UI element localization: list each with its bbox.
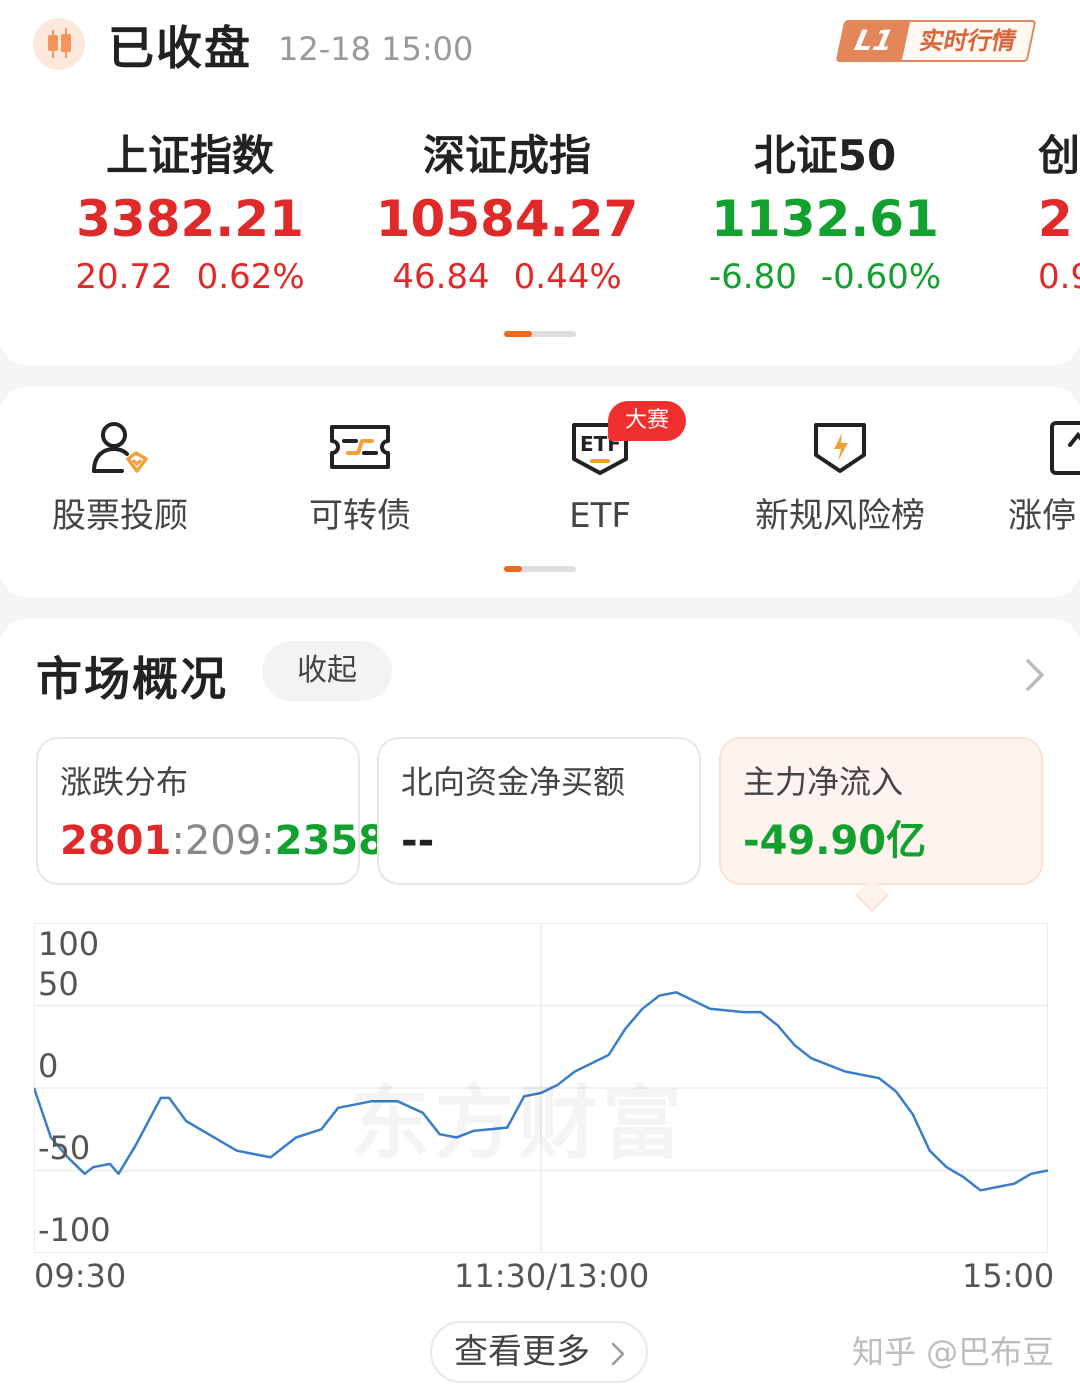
index-item-szse[interactable]: 深证成指 10584.27 46.84 0.44% <box>357 128 657 300</box>
badge-text: 实时行情 <box>899 20 1037 62</box>
index-pager <box>504 331 576 337</box>
index-item-sse[interactable]: 上证指数 3382.21 20.72 0.62% <box>40 128 340 300</box>
index-change-pct: 0.62% <box>196 257 305 297</box>
index-change-abs: 46.84 <box>392 257 490 297</box>
realtime-quote-badge[interactable]: L1 实时行情 <box>835 20 1037 62</box>
tools-carousel[interactable]: 股票投顾 可转债 ETF ETF 大赛 新规风险榜 涨停 <box>0 387 1080 597</box>
y-tick: 0 <box>38 1047 59 1085</box>
risk-shield-icon <box>814 423 866 473</box>
index-change-pct: -0.60% <box>820 257 942 297</box>
x-tick: 11:30/13:00 <box>454 1257 650 1295</box>
stat-value: -49.90亿 <box>743 818 927 864</box>
y-tick: 50 <box>38 965 79 1003</box>
stat-value: -- <box>401 818 435 864</box>
index-carousel[interactable]: 上证指数 3382.21 20.72 0.62% 深证成指 10584.27 46… <box>0 100 1080 365</box>
stat-value: 2801:209:2358 <box>60 818 386 864</box>
tool-risk-list[interactable]: 新规风险榜 <box>720 415 960 539</box>
market-status-time: 12-18 15:00 <box>278 30 474 68</box>
tool-convertible-bond[interactable]: 可转债 <box>240 415 480 539</box>
index-value: 1132.61 <box>711 190 939 248</box>
footer-credit: 知乎 @巴布豆 <box>852 1333 1055 1371</box>
tool-label: 可转债 <box>309 496 411 536</box>
index-name: 创 <box>1038 131 1080 180</box>
chevron-right-icon[interactable] <box>1022 655 1048 695</box>
index-item-bse50[interactable]: 北证50 1132.61 -6.80 -0.60% <box>675 128 975 300</box>
decline-count: 2358 <box>274 818 386 864</box>
index-change: -6.80 -0.60% <box>675 254 975 300</box>
stat-label: 涨跌分布 <box>60 763 189 801</box>
index-change-abs: 0.9 <box>1038 257 1080 297</box>
x-tick: 09:30 <box>34 1257 127 1295</box>
flat-count: 209 <box>184 818 262 864</box>
limit-up-icon <box>1050 421 1080 475</box>
tool-label: 股票投顾 <box>52 496 188 536</box>
tool-etf[interactable]: ETF ETF <box>480 415 720 539</box>
index-change-pct: 0.44% <box>513 257 622 297</box>
tool-label: 涨停 <box>1008 496 1076 536</box>
pager-active-dot <box>504 331 532 337</box>
header-bar: 已收盘 12-18 15:00 L1 实时行情 <box>0 0 1080 100</box>
x-tick: 15:00 <box>962 1257 1055 1295</box>
stat-label: 北向资金净买额 <box>401 763 626 801</box>
stat-main-inflow[interactable]: 主力净流入 -49.90亿 <box>719 737 1043 885</box>
index-item-chinext[interactable]: 创 2 0.9 <box>1038 128 1080 300</box>
index-name: 北证50 <box>753 131 897 180</box>
chevron-right-icon <box>611 1342 625 1366</box>
advance-count: 2801 <box>60 818 172 864</box>
watermark-text: 东方财富 <box>350 1059 686 1175</box>
view-more-label: 查看更多 <box>454 1332 590 1372</box>
index-name: 上证指数 <box>105 131 274 180</box>
convertible-bond-icon <box>330 425 390 469</box>
index-value: 3382.21 <box>76 190 304 248</box>
market-overview-card: 市场概况 收起 涨跌分布 2801:209:2358 北向资金净买额 -- 主力… <box>0 619 1080 1395</box>
view-more-button[interactable]: 查看更多 <box>430 1321 648 1383</box>
index-change: 46.84 0.44% <box>357 254 657 300</box>
index-change: 20.72 0.62% <box>40 254 340 300</box>
advisor-icon <box>92 422 148 473</box>
market-overview-title: 市场概况 <box>36 652 228 706</box>
tools-pager <box>504 566 576 572</box>
index-name: 深证成指 <box>422 131 591 180</box>
collapse-button[interactable]: 收起 <box>262 641 392 701</box>
y-tick: -100 <box>38 1211 111 1249</box>
etf-contest-badge: 大赛 <box>608 401 686 441</box>
stat-label: 主力净流入 <box>743 763 904 801</box>
y-tick: 100 <box>38 925 100 963</box>
stat-northbound[interactable]: 北向资金净买额 -- <box>377 737 701 885</box>
tool-stock-advisor[interactable]: 股票投顾 <box>0 415 240 539</box>
pager-active-dot <box>504 566 522 572</box>
index-change-abs: -6.80 <box>708 257 797 297</box>
stat-advance-decline[interactable]: 涨跌分布 2801:209:2358 <box>36 737 386 885</box>
y-tick: -50 <box>38 1129 91 1167</box>
index-change: 0.9 <box>1038 254 1080 300</box>
tool-label: ETF <box>569 496 631 536</box>
index-value: 2 <box>1038 190 1073 248</box>
index-value: 10584.27 <box>375 190 639 248</box>
tool-label: 新规风险榜 <box>755 496 925 536</box>
index-change-abs: 20.72 <box>75 257 173 297</box>
market-status-icon <box>33 18 85 70</box>
tool-limit-up[interactable]: 涨停 <box>990 415 1080 539</box>
market-status-title: 已收盘 <box>108 21 252 75</box>
